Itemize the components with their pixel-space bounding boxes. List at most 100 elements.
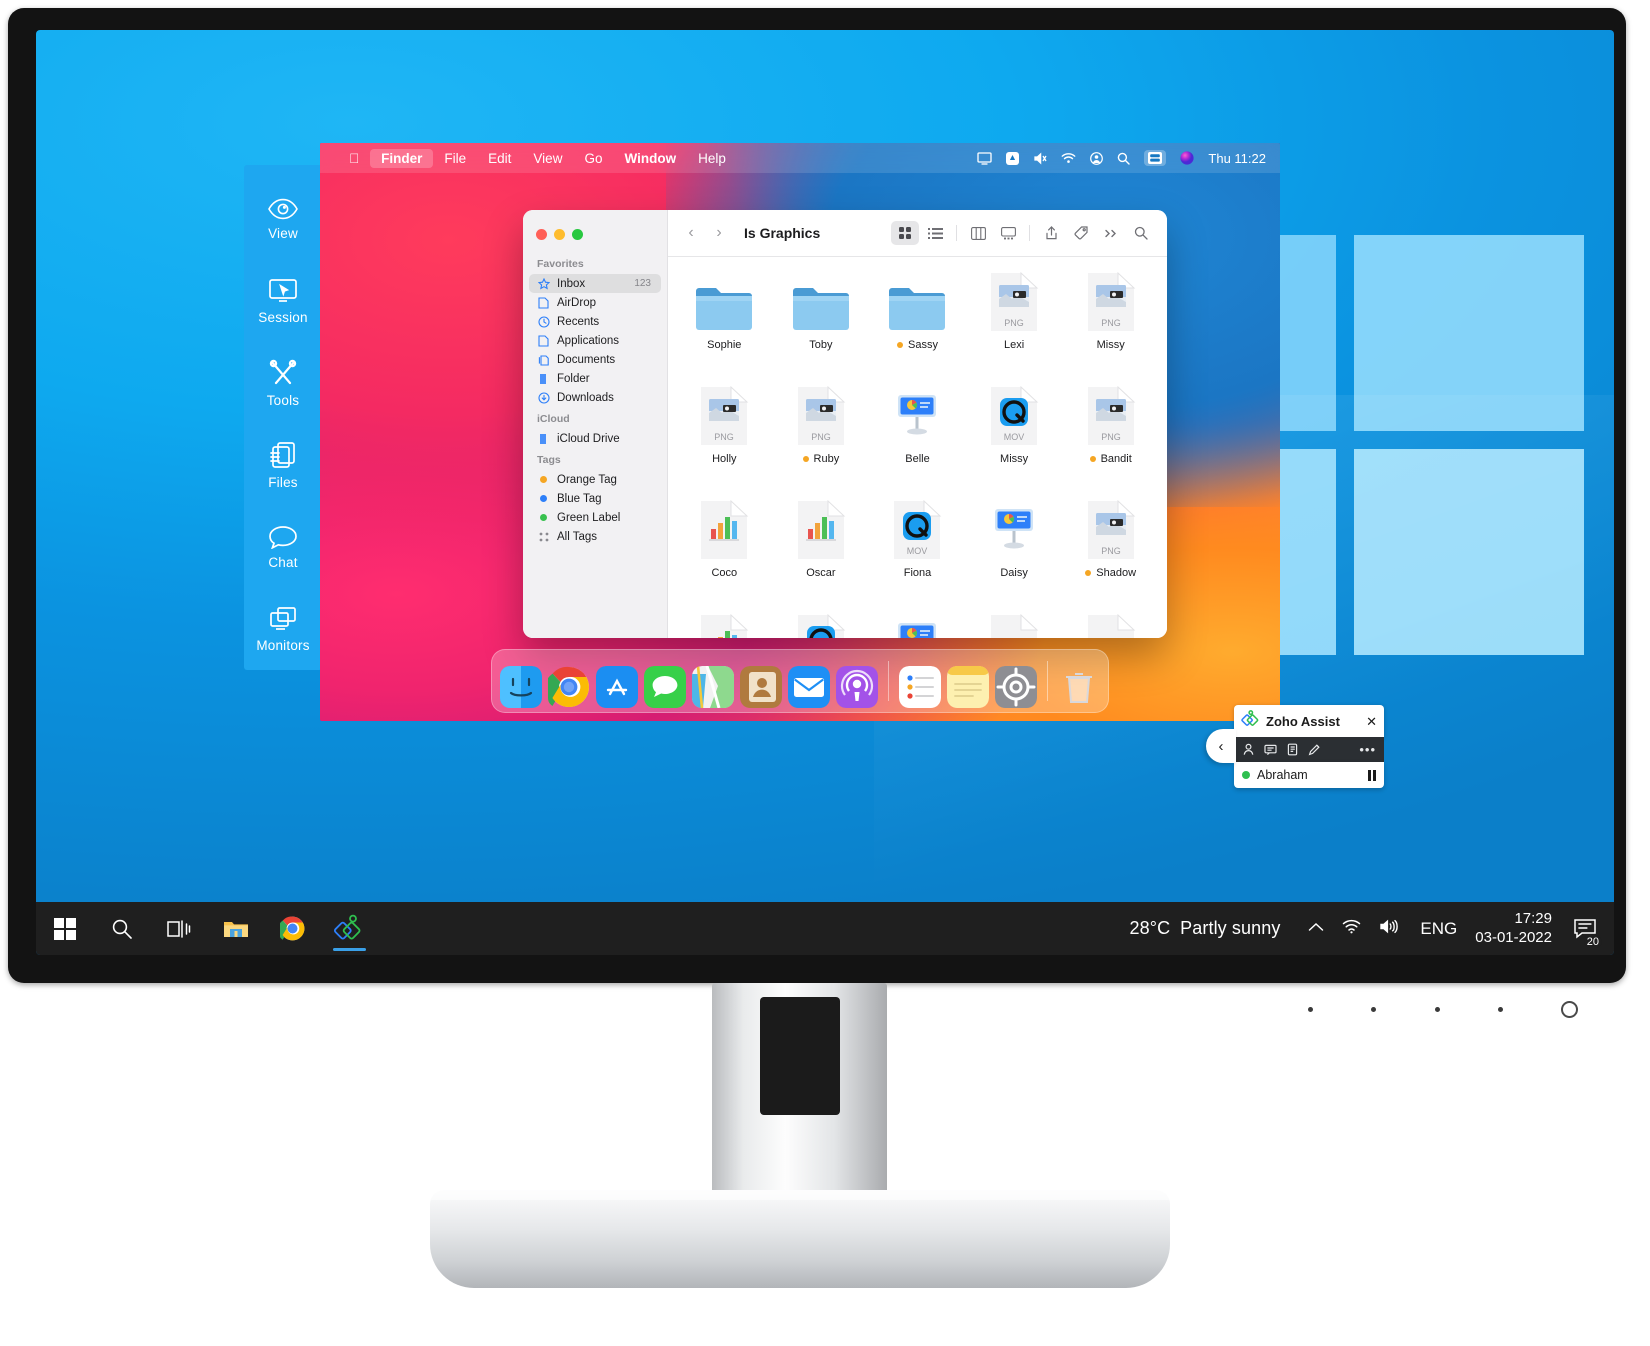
- maximize-window-button[interactable]: [572, 229, 583, 240]
- dock-item-trash[interactable]: [1058, 666, 1100, 708]
- finder-file-item[interactable]: Sassy: [869, 271, 966, 385]
- more-options-button[interactable]: •••: [1359, 742, 1376, 757]
- dock-item-messages[interactable]: [644, 666, 686, 708]
- display-icon[interactable]: [1144, 150, 1167, 166]
- taskbar-clock[interactable]: 17:29 03-01-2022: [1465, 910, 1562, 948]
- share-icon[interactable]: [1037, 221, 1065, 245]
- assist-tool-files[interactable]: Files: [244, 424, 322, 506]
- menu-view[interactable]: View: [522, 149, 573, 168]
- menu-go[interactable]: Go: [573, 149, 613, 168]
- sidebar-item-airdrop[interactable]: AirDrop: [523, 293, 667, 312]
- dock-item-podcasts[interactable]: [836, 666, 878, 708]
- dock-item-notes[interactable]: [947, 666, 989, 708]
- assist-side-toolbar[interactable]: View Session Tools Files Chat Monitors: [244, 165, 322, 670]
- dock-item-contacts[interactable]: [740, 666, 782, 708]
- dock-item-reminders[interactable]: [899, 666, 941, 708]
- menu-edit[interactable]: Edit: [477, 149, 522, 168]
- sidebar-item-applications[interactable]: Applications: [523, 331, 667, 350]
- power-button[interactable]: [1561, 1000, 1578, 1018]
- mac-menu-bar[interactable]:  Finder File Edit View Go Window Help: [320, 143, 1280, 173]
- menu-help[interactable]: Help: [687, 149, 737, 168]
- sidebar-item-icloud-drive[interactable]: iCloud Drive: [523, 429, 667, 448]
- assist-tool-chat[interactable]: Chat: [244, 506, 322, 588]
- finder-file-item[interactable]: PNG Holly: [676, 385, 773, 499]
- task-view-button[interactable]: [150, 902, 207, 955]
- finder-file-item[interactable]: [1062, 613, 1159, 638]
- collapse-panel-button[interactable]: ‹: [1206, 729, 1236, 763]
- finder-file-item[interactable]: [869, 613, 966, 638]
- back-button[interactable]: ‹: [680, 222, 702, 244]
- dock-item-mail[interactable]: [788, 666, 830, 708]
- finder-file-item[interactable]: Sophie: [676, 271, 773, 385]
- search-icon[interactable]: [1117, 152, 1131, 165]
- minimize-window-button[interactable]: [554, 229, 565, 240]
- finder-file-item[interactable]: Daisy: [966, 499, 1063, 613]
- notification-center-button[interactable]: 20: [1562, 902, 1608, 955]
- windows-taskbar[interactable]: 28°C Partly sunny ENG 17:29 03-01-2022 2…: [36, 902, 1614, 955]
- system-tray[interactable]: [1294, 919, 1412, 939]
- menu-file[interactable]: File: [433, 149, 477, 168]
- apple-icon[interactable]: : [338, 149, 370, 168]
- finder-file-item[interactable]: PNG Bandit: [1062, 385, 1159, 499]
- dock-item-app-store[interactable]: [596, 666, 638, 708]
- more-chevrons-icon[interactable]: [1097, 221, 1125, 245]
- finder-file-item[interactable]: Belle: [869, 385, 966, 499]
- siri-icon[interactable]: [1180, 151, 1195, 165]
- sidebar-item-all-tags[interactable]: All Tags: [523, 527, 667, 546]
- sidebar-item-inbox[interactable]: Inbox 123: [529, 274, 661, 293]
- sidebar-item-folder[interactable]: Folder: [523, 369, 667, 388]
- close-window-button[interactable]: [536, 229, 547, 240]
- list-view-icon[interactable]: [921, 221, 949, 245]
- assist-tool-tools[interactable]: Tools: [244, 343, 322, 425]
- forward-button[interactable]: ›: [708, 222, 730, 244]
- dock-item-chrome[interactable]: [548, 666, 590, 708]
- weather-widget[interactable]: 28°C Partly sunny: [1116, 918, 1295, 939]
- control-center-icon[interactable]: [1006, 151, 1020, 165]
- clipboard-icon[interactable]: [1286, 743, 1299, 756]
- start-button[interactable]: [36, 902, 93, 955]
- search-icon[interactable]: [1127, 221, 1155, 245]
- assist-tool-view[interactable]: View: [244, 179, 322, 261]
- finder-file-item[interactable]: Coco: [676, 499, 773, 613]
- user-account-icon[interactable]: [1090, 151, 1104, 165]
- finder-file-item[interactable]: [676, 613, 773, 638]
- dock-item-maps[interactable]: [692, 666, 734, 708]
- participants-icon[interactable]: [1242, 743, 1255, 756]
- pause-icon[interactable]: [1368, 769, 1376, 781]
- finder-file-item[interactable]: MOV Missy: [966, 385, 1063, 499]
- zoho-assist-button[interactable]: [321, 902, 378, 955]
- dock-item-system-preferences[interactable]: [995, 666, 1037, 708]
- sidebar-item-downloads[interactable]: Downloads: [523, 388, 667, 407]
- language-indicator[interactable]: ENG: [1412, 919, 1465, 939]
- menu-window[interactable]: Window: [613, 149, 687, 168]
- sidebar-item-green-label[interactable]: Green Label: [523, 508, 667, 527]
- mute-icon[interactable]: [1033, 151, 1047, 165]
- screen-share-icon[interactable]: [977, 151, 993, 165]
- file-explorer-button[interactable]: [207, 902, 264, 955]
- show-hidden-icons-chevron[interactable]: [1308, 920, 1324, 938]
- dock-item-finder[interactable]: [500, 666, 542, 708]
- sidebar-item-documents[interactable]: Documents: [523, 350, 667, 369]
- volume-icon[interactable]: [1379, 919, 1399, 939]
- mac-clock[interactable]: Thu 11:22: [1208, 151, 1266, 166]
- finder-file-item[interactable]: Oscar: [773, 499, 870, 613]
- wifi-icon[interactable]: [1342, 919, 1361, 939]
- finder-file-item[interactable]: PNG Missy: [1062, 271, 1159, 385]
- annotate-pen-icon[interactable]: [1308, 743, 1321, 756]
- gallery-view-icon[interactable]: [994, 221, 1022, 245]
- column-view-icon[interactable]: [964, 221, 992, 245]
- mac-dock[interactable]: [491, 649, 1109, 713]
- finder-file-item[interactable]: PNG Ruby: [773, 385, 870, 499]
- icon-view-icon[interactable]: [891, 221, 919, 245]
- wifi-icon[interactable]: [1061, 152, 1076, 164]
- chrome-button[interactable]: [264, 902, 321, 955]
- sidebar-item-blue-tag[interactable]: Blue Tag: [523, 489, 667, 508]
- chat-icon[interactable]: [1264, 743, 1277, 756]
- window-traffic-lights[interactable]: [523, 220, 667, 252]
- assist-tool-monitors[interactable]: Monitors: [244, 588, 322, 670]
- search-button[interactable]: [93, 902, 150, 955]
- menu-finder[interactable]: Finder: [370, 148, 434, 168]
- sidebar-item-recents[interactable]: Recents: [523, 312, 667, 331]
- tag-icon[interactable]: [1067, 221, 1095, 245]
- close-icon[interactable]: ✕: [1366, 715, 1377, 728]
